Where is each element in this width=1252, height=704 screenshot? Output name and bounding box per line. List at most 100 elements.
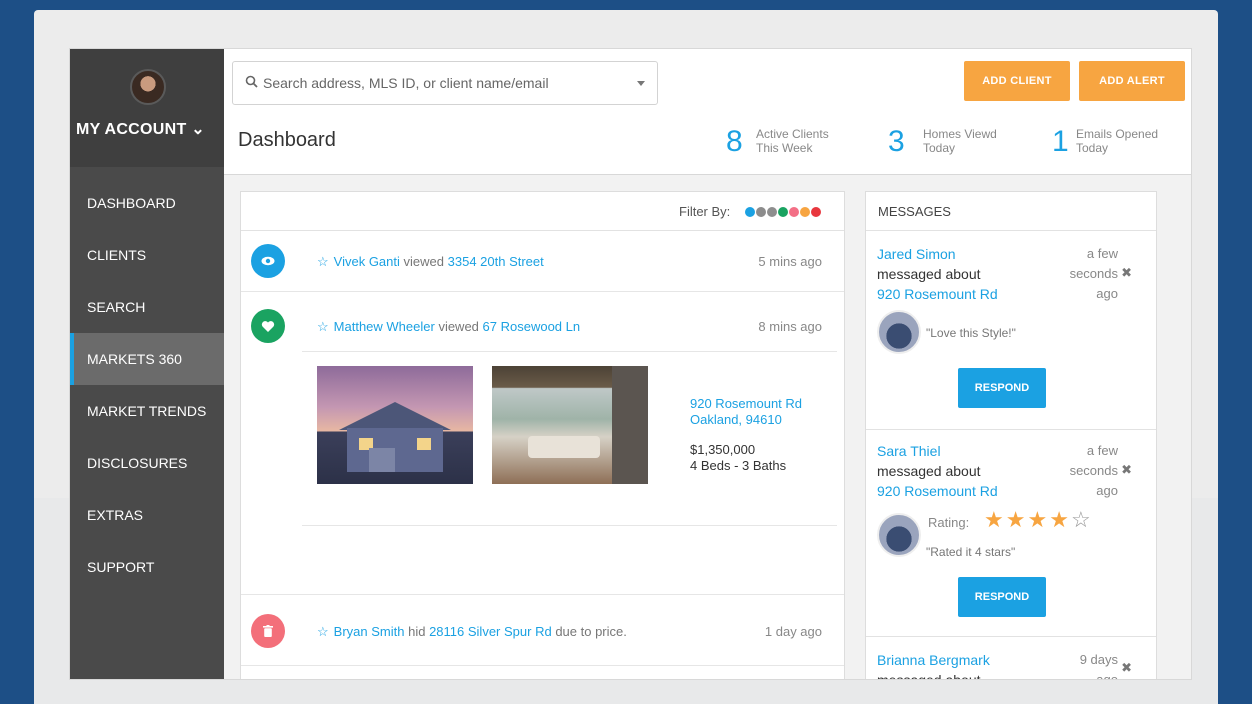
rating-stars: ★★★★☆ xyxy=(984,507,1093,533)
listing-info: 920 Rosemount Rd Oakland, 94610 $1,350,0… xyxy=(690,396,802,474)
search-icon xyxy=(245,75,261,91)
header: ADD CLIENT ADD ALERT Dashboard 8 Active … xyxy=(224,49,1191,175)
chevron-down-icon[interactable] xyxy=(637,81,645,86)
divider xyxy=(302,525,837,526)
property-link[interactable]: 28116 Silver Spur Rd xyxy=(429,624,552,639)
message-time-line2: seconds xyxy=(1069,266,1118,281)
my-account-menu[interactable]: MY ACCOUNT ⌄ xyxy=(76,119,205,139)
divider xyxy=(302,351,837,352)
stat-label: Emails Opened Today xyxy=(1076,127,1158,155)
message-sender[interactable]: Brianna Bergmark xyxy=(877,652,990,668)
sidebar-item-clients[interactable]: CLIENTS xyxy=(70,229,224,281)
heart-icon xyxy=(251,309,285,343)
search-input[interactable] xyxy=(263,71,623,95)
listing-address-line2[interactable]: Oakland, 94610 xyxy=(690,412,802,428)
sidebar-item-market-trends[interactable]: MARKET TRENDS xyxy=(70,385,224,437)
filter-dot-gray-2[interactable] xyxy=(767,207,777,217)
message-time-line1: a few xyxy=(1086,443,1118,458)
listing-details: 4 Beds - 3 Baths xyxy=(690,458,787,473)
feed-row-text: ☆ Vivek Ganti viewed 3354 20th Street xyxy=(317,254,544,270)
close-icon[interactable]: ✖ xyxy=(1121,462,1132,478)
sidebar-item-extras[interactable]: EXTRAS xyxy=(70,489,224,541)
feed-row[interactable]: ☆ Vivek Ganti viewed 3354 20th Street 5 m… xyxy=(241,232,844,292)
message-property-thumbnail[interactable] xyxy=(877,513,921,557)
listing-photo-interior[interactable] xyxy=(492,366,648,484)
feed-time: 8 mins ago xyxy=(758,319,822,334)
client-link[interactable]: Vivek Ganti xyxy=(334,254,400,269)
filter-dot-green[interactable] xyxy=(778,207,788,217)
stat-label-line2: This Week xyxy=(756,141,813,155)
messages-panel: MESSAGES Jared Simon messaged about 920 … xyxy=(865,191,1157,680)
listing-photo-exterior[interactable] xyxy=(317,366,473,484)
close-icon[interactable]: ✖ xyxy=(1121,660,1132,676)
star-filled-icon: ★ xyxy=(1049,507,1071,532)
feed-action: viewed xyxy=(403,254,444,269)
message-about: messaged about xyxy=(877,672,981,680)
message-property-thumbnail[interactable] xyxy=(877,310,921,354)
message-time: a few seconds ago xyxy=(1048,441,1118,501)
feed-time: 5 mins ago xyxy=(758,254,822,269)
feed-row-1-badge xyxy=(265,258,271,264)
stat-label-line2: Today xyxy=(923,141,956,155)
sidebar-item-disclosures[interactable]: DISCLOSURES xyxy=(70,437,224,489)
filter-dot-red[interactable] xyxy=(811,207,821,217)
client-link[interactable]: Matthew Wheeler xyxy=(334,319,435,334)
sidebar-item-support[interactable]: SUPPORT xyxy=(70,541,224,593)
message-address[interactable]: 920 Rosemount Rd xyxy=(877,483,998,499)
sidebar-account-section: MY ACCOUNT ⌄ xyxy=(70,49,224,167)
activity-feed: Filter By: ☆ Vivek Ganti viewed 3354 20th… xyxy=(240,191,845,679)
feed-row-text: ☆ Matthew Wheeler viewed 67 Rosewood Ln xyxy=(317,319,580,335)
star-filled-icon: ★ xyxy=(1027,507,1050,532)
app-window: MY ACCOUNT ⌄ DASHBOARD CLIENTS SEARCH MA… xyxy=(69,48,1192,680)
trash-icon xyxy=(251,614,285,648)
sidebar-item-dashboard[interactable]: DASHBOARD xyxy=(70,177,224,229)
listing-price: $1,350,000 xyxy=(690,442,756,457)
sidebar-nav: DASHBOARD CLIENTS SEARCH MARKETS 360 MAR… xyxy=(70,177,224,593)
filter-dot-orange[interactable] xyxy=(800,207,810,217)
message-time-line3: ago xyxy=(1096,286,1118,301)
stat-value: 3 xyxy=(888,125,905,158)
message-address[interactable]: 920 Rosemount Rd xyxy=(877,286,998,302)
star-outline-icon[interactable]: ☆ xyxy=(317,254,329,269)
filter-dot-blue[interactable] xyxy=(745,207,755,217)
property-link[interactable]: 67 Rosewood Ln xyxy=(483,319,581,334)
message-about: messaged about xyxy=(877,266,981,282)
eye-icon xyxy=(251,244,285,278)
feed-time: 1 day ago xyxy=(764,624,822,639)
feed-row-expanded[interactable]: ☆ Matthew Wheeler viewed 67 Rosewood Ln 8… xyxy=(241,293,844,595)
search-box[interactable] xyxy=(232,61,658,105)
stat-label-line1: Active Clients xyxy=(756,127,829,141)
messages-title: MESSAGES xyxy=(866,192,1156,231)
message-time-line1: 9 days xyxy=(1079,652,1118,667)
client-link[interactable]: Bryan Smith xyxy=(334,624,405,639)
add-client-button[interactable]: ADD CLIENT xyxy=(964,61,1070,101)
filter-dot-pink[interactable] xyxy=(789,207,799,217)
message-about: messaged about xyxy=(877,463,981,479)
star-outline-icon[interactable]: ☆ xyxy=(317,624,329,639)
respond-button[interactable]: RESPOND xyxy=(958,368,1046,408)
message-sender[interactable]: Sara Thiel xyxy=(877,443,941,459)
property-link[interactable]: 3354 20th Street xyxy=(448,254,544,269)
message-item: Sara Thiel messaged about 920 Rosemount … xyxy=(866,431,1156,637)
message-quote: "Love this Style!" xyxy=(926,326,1016,340)
message-item: Brianna Bergmark messaged about 9 days a… xyxy=(866,638,1156,680)
add-alert-button[interactable]: ADD ALERT xyxy=(1079,61,1185,101)
stat-label-line1: Emails Opened xyxy=(1076,127,1159,141)
stat-label-line1: Homes Viewd xyxy=(923,127,997,141)
sidebar-item-search[interactable]: SEARCH xyxy=(70,281,224,333)
avatar[interactable] xyxy=(130,69,166,105)
feed-row[interactable]: ☆ Bryan Smith hid 28116 Silver Spur Rd du… xyxy=(241,596,844,666)
message-time-line3: ago xyxy=(1096,483,1118,498)
message-time-line2: ago xyxy=(1096,672,1118,680)
listing-address-line1[interactable]: 920 Rosemount Rd xyxy=(690,396,802,412)
filter-dot-gray[interactable] xyxy=(756,207,766,217)
message-sender[interactable]: Jared Simon xyxy=(877,246,956,262)
star-filled-icon: ★ xyxy=(1005,507,1028,532)
respond-button[interactable]: RESPOND xyxy=(958,577,1046,617)
stat-value: 8 xyxy=(726,125,743,158)
close-icon[interactable]: ✖ xyxy=(1121,265,1132,281)
stat-emails-opened: 1 Emails Opened Today xyxy=(1052,125,1191,159)
star-outline-icon[interactable]: ☆ xyxy=(317,319,329,334)
sidebar-item-markets-360[interactable]: MARKETS 360 xyxy=(70,333,224,385)
feed-action: viewed xyxy=(438,319,479,334)
